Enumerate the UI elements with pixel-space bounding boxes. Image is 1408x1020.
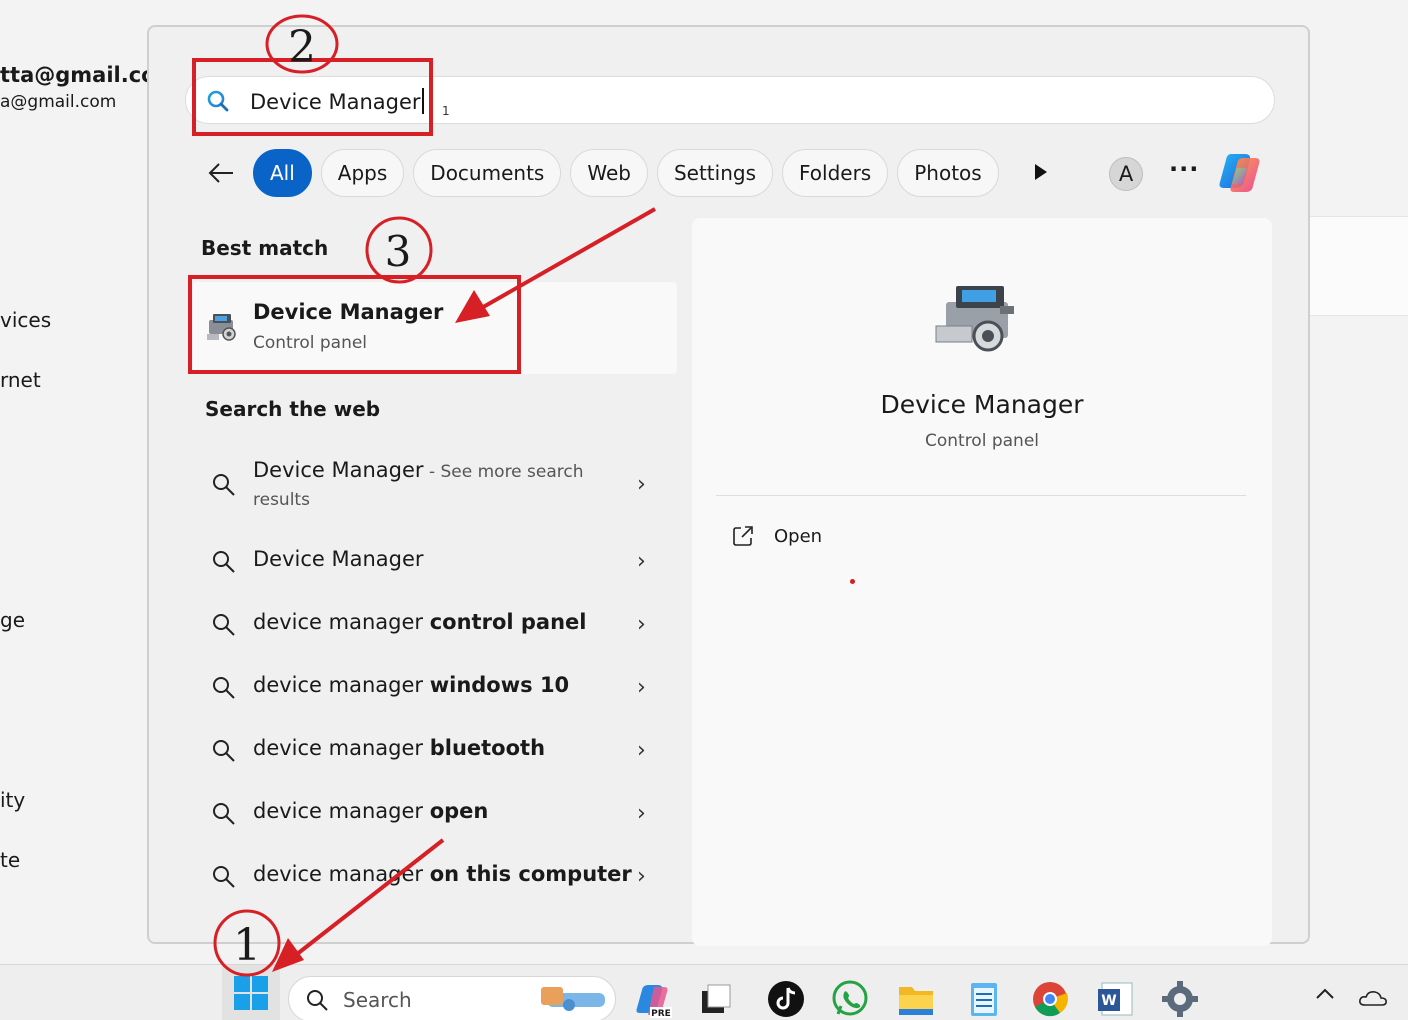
sidebar-item-network[interactable]: rnet bbox=[0, 368, 41, 392]
search-box[interactable]: Device Manager 1 bbox=[185, 76, 1275, 124]
open-action[interactable]: Open bbox=[732, 525, 822, 547]
device-manager-icon bbox=[207, 314, 236, 341]
search-icon bbox=[213, 740, 235, 762]
best-match-title: Device Manager bbox=[253, 300, 444, 324]
account-email-secondary: a@gmail.com bbox=[0, 92, 117, 112]
web-result-bold: open bbox=[429, 799, 489, 823]
tab-apps[interactable]: Apps bbox=[320, 149, 405, 197]
search-input[interactable]: Device Manager bbox=[250, 88, 424, 114]
file-explorer-icon[interactable] bbox=[896, 979, 936, 1019]
filter-bar: All Apps Documents Web Settings Folders … bbox=[201, 148, 1008, 198]
detail-title: Device Manager bbox=[880, 390, 1084, 419]
web-result-row[interactable]: device manager windows 10 › bbox=[209, 673, 659, 703]
more-options-button[interactable]: ··· bbox=[1169, 155, 1199, 183]
taskbar-search[interactable]: Search bbox=[288, 976, 616, 1020]
copilot-icon[interactable] bbox=[1217, 150, 1265, 196]
web-result-bold: control panel bbox=[429, 610, 587, 634]
whatsapp-icon[interactable] bbox=[830, 979, 870, 1019]
text-caret bbox=[421, 88, 424, 114]
open-external-icon bbox=[733, 526, 753, 546]
account-avatar[interactable]: A bbox=[1109, 157, 1143, 191]
web-result-row[interactable]: device manager control panel › bbox=[209, 610, 659, 640]
cursor-dot bbox=[850, 579, 855, 584]
copilot-pre-icon[interactable]: PRE bbox=[634, 979, 674, 1019]
web-result-row[interactable]: device manager bluetooth › bbox=[209, 736, 659, 766]
search-icon bbox=[213, 866, 235, 888]
back-button[interactable] bbox=[201, 153, 241, 193]
web-result-label: device manager bbox=[253, 862, 430, 886]
more-filters-play-icon[interactable] bbox=[1033, 162, 1049, 182]
search-icon bbox=[213, 677, 235, 699]
sidebar-item-devices[interactable]: vices bbox=[0, 308, 51, 332]
notepad-icon[interactable] bbox=[964, 979, 1004, 1019]
tab-web[interactable]: Web bbox=[570, 149, 648, 197]
best-match-item[interactable]: Device Manager Control panel bbox=[193, 282, 677, 374]
web-result-see-more[interactable]: Device Manager - See more search results… bbox=[209, 458, 659, 518]
web-result-label: Device Manager bbox=[253, 458, 424, 482]
web-result-row[interactable]: Device Manager › bbox=[209, 547, 659, 577]
onedrive-cloud-icon[interactable] bbox=[1358, 989, 1388, 1007]
search-icon bbox=[213, 803, 235, 825]
web-result-bold: bluetooth bbox=[429, 736, 546, 760]
pre-badge: PRE bbox=[651, 1009, 671, 1019]
tab-documents[interactable]: Documents bbox=[413, 149, 562, 197]
start-button[interactable] bbox=[222, 965, 280, 1020]
web-result-row[interactable]: device manager open › bbox=[209, 799, 659, 829]
word-icon[interactable]: W bbox=[1096, 979, 1136, 1019]
best-match-heading: Best match bbox=[201, 236, 329, 260]
tab-folders[interactable]: Folders bbox=[781, 149, 889, 197]
arrow-left-icon bbox=[208, 163, 233, 183]
web-result-bold: windows 10 bbox=[429, 673, 570, 697]
tab-photos[interactable]: Photos bbox=[897, 149, 999, 197]
web-result-row[interactable]: device manager on this computer › bbox=[209, 862, 659, 892]
taskbar-search-placeholder: Search bbox=[343, 988, 412, 1012]
detail-subtitle: Control panel bbox=[924, 431, 1040, 451]
web-result-continuation: results bbox=[253, 490, 310, 510]
web-result-more: - See more search bbox=[423, 462, 584, 482]
tiktok-icon[interactable] bbox=[766, 979, 806, 1019]
search-icon bbox=[213, 474, 235, 496]
chevron-right-icon: › bbox=[637, 864, 646, 889]
open-label: Open bbox=[774, 525, 823, 547]
device-manager-large-icon bbox=[935, 286, 1014, 352]
chevron-right-icon: › bbox=[637, 801, 646, 826]
web-result-label: Device Manager bbox=[253, 547, 424, 571]
sidebar-item-accessibility[interactable]: ity bbox=[0, 788, 25, 812]
search-web-heading: Search the web bbox=[205, 397, 381, 421]
chevron-up-icon[interactable] bbox=[1314, 987, 1336, 1001]
search-icon bbox=[213, 551, 235, 573]
chevron-right-icon: › bbox=[637, 549, 646, 574]
chevron-right-icon: › bbox=[637, 612, 646, 637]
web-result-label: device manager bbox=[253, 673, 430, 697]
web-result-label: device manager bbox=[253, 610, 430, 634]
task-view-icon[interactable] bbox=[696, 979, 736, 1019]
settings-card bbox=[1310, 216, 1408, 316]
divider bbox=[716, 495, 1246, 496]
search-icon bbox=[307, 990, 328, 1011]
web-result-label: device manager bbox=[253, 736, 430, 760]
detail-pane: Device Manager Control panel Open bbox=[692, 218, 1272, 946]
web-result-bold: on this computer bbox=[429, 862, 632, 886]
search-marker: 1 bbox=[442, 104, 450, 118]
web-result-label: device manager bbox=[253, 799, 430, 823]
chevron-right-icon: › bbox=[637, 738, 646, 763]
chevron-right-icon: › bbox=[637, 472, 646, 497]
taskbar: Search PRE W bbox=[0, 964, 1408, 1020]
chevron-right-icon: › bbox=[637, 675, 646, 700]
tab-settings[interactable]: Settings bbox=[656, 149, 773, 197]
best-match-subtitle: Control panel bbox=[253, 333, 368, 353]
settings-gear-icon[interactable] bbox=[1160, 979, 1200, 1019]
tab-all[interactable]: All bbox=[253, 149, 312, 197]
sidebar-item-update[interactable]: te bbox=[0, 848, 20, 872]
search-icon bbox=[207, 90, 229, 112]
search-icon bbox=[213, 614, 235, 636]
sidebar-item-language[interactable]: ge bbox=[0, 608, 25, 632]
search-highlight-icon bbox=[541, 987, 605, 1011]
settings-sidebar: tta@gmail.com a@gmail.com vices rnet ge … bbox=[0, 0, 177, 965]
start-search-panel: Device Manager 1 All Apps Documents Web … bbox=[147, 25, 1310, 946]
windows-logo-icon bbox=[234, 976, 268, 1010]
svg-text:W: W bbox=[1101, 993, 1116, 1009]
chrome-icon[interactable] bbox=[1030, 979, 1070, 1019]
